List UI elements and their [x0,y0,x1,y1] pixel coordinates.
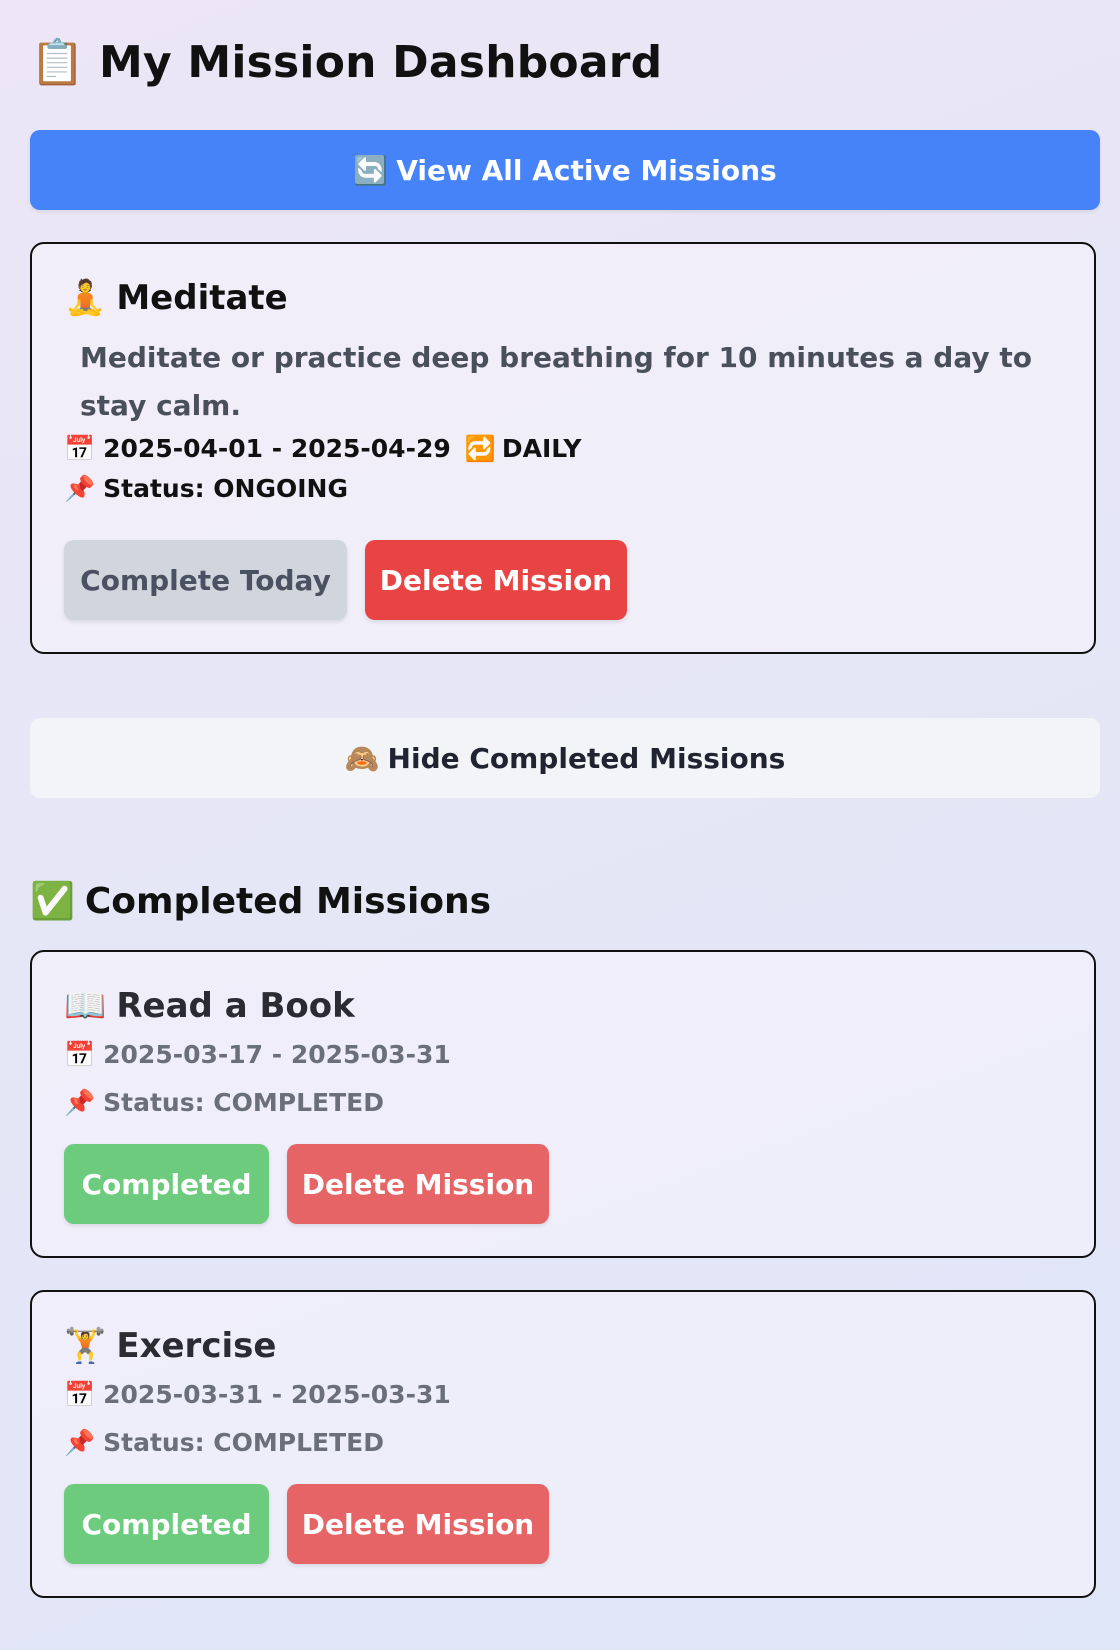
mission-date-line: 📅 2025-04-01 - 2025-04-29 🔁 DAILY [64,434,581,464]
mission-title: 🧘 Meditate [64,278,288,318]
mission-status-line: 📌 Status: COMPLETED [64,1088,384,1118]
delete-mission-button[interactable]: Delete Mission [287,1484,549,1564]
meditation-icon: 🧘 [64,278,107,318]
mission-status: Status: COMPLETED [103,1428,384,1457]
mission-title-text: Read a Book [116,986,355,1026]
page-title-text: My Mission Dashboard [99,37,663,88]
completed-missions-heading: ✅ Completed Missions [30,880,491,922]
completed-button[interactable]: Completed [64,1144,269,1224]
see-no-evil-monkey-icon: 🙈 [344,741,380,775]
mission-date-range: 2025-03-31 - 2025-03-31 [103,1380,451,1409]
complete-today-button[interactable]: Complete Today [64,540,347,620]
check-mark-icon: ✅ [30,881,75,922]
view-all-active-missions-button[interactable]: 🔄 View All Active Missions [30,130,1100,210]
mission-status-line: 📌 Status: ONGOING [64,474,348,504]
refresh-icon: 🔄 [353,153,389,187]
book-icon: 📖 [64,986,107,1026]
mission-title-text: Meditate [116,278,288,318]
pushpin-icon: 📌 [64,474,96,503]
hide-completed-missions-button[interactable]: 🙈 Hide Completed Missions [30,718,1100,798]
mission-card-exercise: 🏋️ Exercise 📅 2025-03-31 - 2025-03-31 📌 Sta… [30,1290,1096,1598]
hide-completed-missions-label: Hide Completed Missions [387,741,786,775]
delete-mission-button[interactable]: Delete Mission [365,540,627,620]
mission-date-range: 2025-04-01 - 2025-04-29 [103,434,451,463]
mission-status-line: 📌 Status: COMPLETED [64,1428,384,1458]
pushpin-icon: 📌 [64,1428,96,1457]
mission-status: Status: COMPLETED [103,1088,384,1117]
mission-date-line: 📅 2025-03-31 - 2025-03-31 [64,1380,451,1410]
page-title: 📋 My Mission Dashboard [30,36,662,88]
mission-date-range: 2025-03-17 - 2025-03-31 [103,1040,451,1069]
weightlifter-icon: 🏋️ [64,1326,107,1366]
repeat-icon: 🔁 [464,434,496,463]
mission-title: 📖 Read a Book [64,986,355,1026]
delete-mission-button[interactable]: Delete Mission [287,1144,549,1224]
mission-description: Meditate or practice deep breathing for … [80,341,1032,422]
mission-date-line: 📅 2025-03-17 - 2025-03-31 [64,1040,451,1070]
mission-frequency: DAILY [501,434,582,463]
mission-card-meditate: 🧘 Meditate Meditate or practice deep brea… [30,242,1096,654]
mission-title-text: Exercise [116,1326,277,1366]
mission-card-read-a-book: 📖 Read a Book 📅 2025-03-17 - 2025-03-31 📌 S… [30,950,1096,1258]
pushpin-icon: 📌 [64,1088,96,1117]
completed-button[interactable]: Completed [64,1484,269,1564]
mission-status: Status: ONGOING [103,474,348,503]
mission-title: 🏋️ Exercise [64,1326,276,1366]
view-all-active-missions-label: View All Active Missions [396,153,777,187]
calendar-icon: 📅 [64,434,96,463]
calendar-icon: 📅 [64,1380,96,1409]
clipboard-icon: 📋 [30,37,85,88]
calendar-icon: 📅 [64,1040,96,1069]
completed-missions-heading-text: Completed Missions [84,881,492,922]
